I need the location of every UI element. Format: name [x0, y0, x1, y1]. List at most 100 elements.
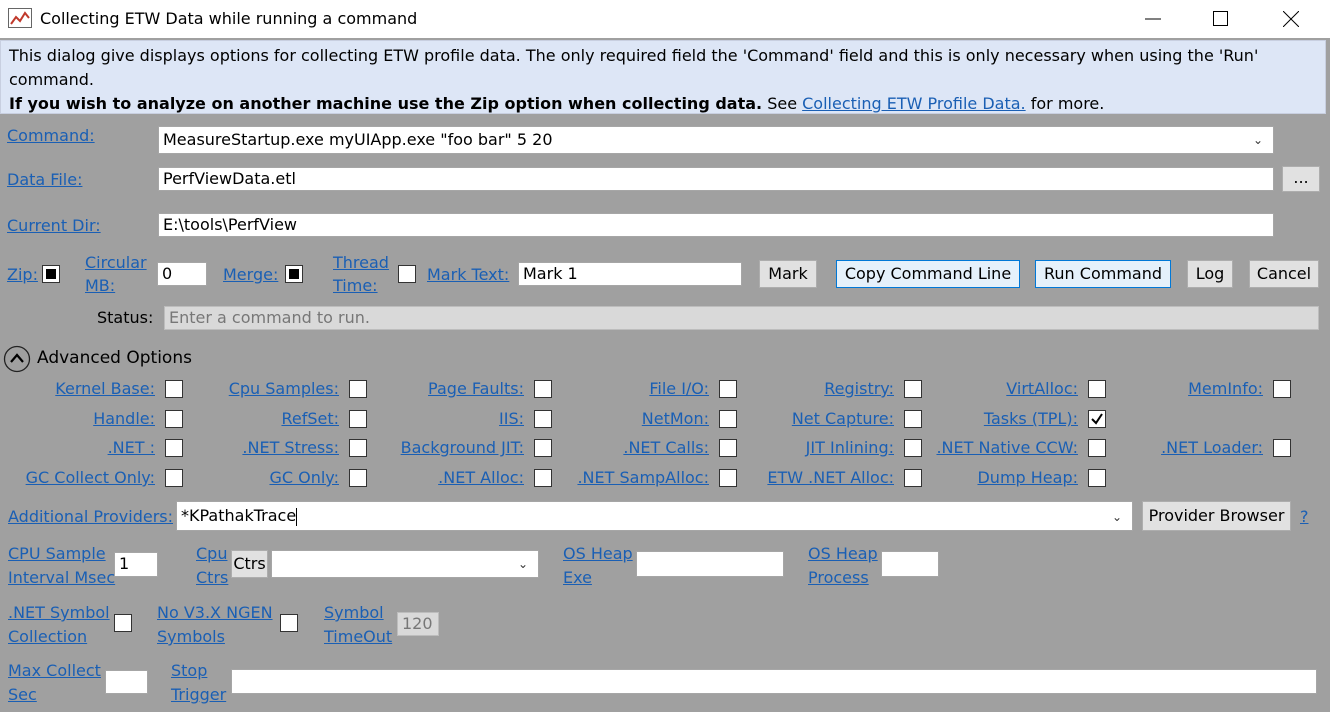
- adv-checkbox-background-jit[interactable]: [534, 439, 552, 457]
- maximize-button[interactable]: [1186, 0, 1256, 38]
- minimize-button[interactable]: [1118, 0, 1188, 38]
- adv-label-netmon[interactable]: NetMon:: [642, 408, 709, 430]
- adv-label-handle[interactable]: Handle:: [93, 408, 155, 430]
- adv-checkbox-virtalloc[interactable]: [1088, 380, 1106, 398]
- adv-checkbox-etw-net-alloc[interactable]: [904, 469, 922, 487]
- copy-command-line-button[interactable]: Copy Command Line: [836, 260, 1020, 288]
- thread-time-checkbox[interactable]: [398, 265, 416, 283]
- adv-checkbox-net[interactable]: [165, 439, 183, 457]
- adv-checkbox-net-calls[interactable]: [719, 439, 737, 457]
- zip-checkbox[interactable]: [42, 265, 60, 283]
- adv-checkbox-gc-only[interactable]: [349, 469, 367, 487]
- run-command-button[interactable]: Run Command: [1035, 260, 1171, 288]
- symbol-timeout-label-1[interactable]: Symbol: [324, 601, 384, 625]
- adv-checkbox-gc-collect-only[interactable]: [165, 469, 183, 487]
- adv-label-tasks-tpl[interactable]: Tasks (TPL):: [984, 408, 1078, 430]
- adv-label-virtalloc[interactable]: VirtAlloc:: [1006, 378, 1078, 400]
- cpu-ctrs-combobox[interactable]: ⌄: [271, 550, 539, 578]
- adv-label-net-calls[interactable]: .NET Calls:: [623, 437, 709, 459]
- merge-checkbox[interactable]: [285, 265, 303, 283]
- cpu-sample-interval-input[interactable]: 1: [114, 552, 158, 577]
- adv-label-cpu-samples[interactable]: Cpu Samples:: [229, 378, 339, 400]
- cpu-ctrs-label-1[interactable]: Cpu: [196, 542, 227, 566]
- command-combobox[interactable]: MeasureStartup.exe myUIApp.exe "foo bar"…: [158, 126, 1274, 154]
- mark-text-label[interactable]: Mark Text:: [427, 263, 509, 287]
- collecting-etw-link[interactable]: Collecting ETW Profile Data.: [802, 94, 1026, 113]
- adv-checkbox-kernel-base[interactable]: [165, 380, 183, 398]
- close-button[interactable]: [1256, 0, 1326, 38]
- os-heap-exe-input[interactable]: [636, 551, 784, 577]
- circular-mb-label-2[interactable]: MB:: [85, 274, 115, 298]
- adv-checkbox-net-stress[interactable]: [349, 439, 367, 457]
- adv-label-net-stress[interactable]: .NET Stress:: [242, 437, 339, 459]
- adv-checkbox-refset[interactable]: [349, 410, 367, 428]
- net-symbol-collection-checkbox[interactable]: [114, 614, 132, 632]
- adv-label-registry[interactable]: Registry:: [824, 378, 894, 400]
- adv-label-page-faults[interactable]: Page Faults:: [428, 378, 524, 400]
- adv-checkbox-registry[interactable]: [904, 380, 922, 398]
- no-v3x-ngen-label-2[interactable]: Symbols: [157, 625, 225, 649]
- merge-label[interactable]: Merge:: [223, 263, 278, 287]
- provider-browser-button[interactable]: Provider Browser: [1142, 501, 1291, 531]
- net-symbol-collection-label-1[interactable]: .NET Symbol: [8, 601, 110, 625]
- circular-mb-label-1[interactable]: Circular: [85, 251, 147, 275]
- adv-label-net-loader[interactable]: .NET Loader:: [1161, 437, 1263, 459]
- stop-trigger-label-2[interactable]: Trigger: [171, 683, 226, 707]
- symbol-timeout-label-2[interactable]: TimeOut: [324, 625, 392, 649]
- max-collect-sec-input[interactable]: [105, 670, 148, 694]
- adv-checkbox-page-faults[interactable]: [534, 380, 552, 398]
- adv-checkbox-net-sampalloc[interactable]: [719, 469, 737, 487]
- net-symbol-collection-label-2[interactable]: Collection: [8, 625, 87, 649]
- mark-button[interactable]: Mark: [759, 260, 817, 288]
- os-heap-process-label-1[interactable]: OS Heap: [808, 542, 878, 566]
- adv-label-gc-only[interactable]: GC Only:: [269, 467, 339, 489]
- no-v3x-ngen-label-1[interactable]: No V3.X NGEN: [157, 601, 273, 625]
- os-heap-process-input[interactable]: [881, 551, 939, 577]
- no-v3x-ngen-checkbox[interactable]: [280, 614, 298, 632]
- adv-label-dump-heap[interactable]: Dump Heap:: [977, 467, 1078, 489]
- max-collect-sec-label-1[interactable]: Max Collect: [8, 659, 101, 683]
- current-dir-input[interactable]: E:\tools\PerfView: [158, 213, 1274, 237]
- data-file-input[interactable]: PerfViewData.etl: [158, 167, 1274, 191]
- adv-checkbox-net-native-ccw[interactable]: [1088, 439, 1106, 457]
- adv-checkbox-file-i-o[interactable]: [719, 380, 737, 398]
- cpu-ctrs-label-2[interactable]: Ctrs: [196, 566, 228, 590]
- adv-checkbox-jit-inlining[interactable]: [904, 439, 922, 457]
- adv-checkbox-iis[interactable]: [534, 410, 552, 428]
- adv-label-net[interactable]: .NET :: [108, 437, 155, 459]
- circular-mb-input[interactable]: 0: [157, 262, 207, 286]
- symbol-timeout-input[interactable]: 120: [397, 612, 439, 636]
- data-file-label[interactable]: Data File:: [7, 168, 82, 192]
- os-heap-exe-label-2[interactable]: Exe: [563, 566, 592, 590]
- adv-label-jit-inlining[interactable]: JIT Inlining:: [806, 437, 894, 459]
- adv-checkbox-meminfo[interactable]: [1273, 380, 1291, 398]
- adv-checkbox-cpu-samples[interactable]: [349, 380, 367, 398]
- adv-label-iis[interactable]: IIS:: [499, 408, 524, 430]
- ctrs-button[interactable]: Ctrs: [231, 550, 268, 578]
- adv-label-gc-collect-only[interactable]: GC Collect Only:: [26, 467, 155, 489]
- adv-label-refset[interactable]: RefSet:: [281, 408, 339, 430]
- thread-time-label-2[interactable]: Time:: [333, 274, 378, 298]
- cpu-sample-interval-label-1[interactable]: CPU Sample: [8, 542, 106, 566]
- mark-text-input[interactable]: Mark 1: [518, 262, 742, 286]
- adv-label-kernel-base[interactable]: Kernel Base:: [55, 378, 155, 400]
- help-link[interactable]: ?: [1300, 505, 1309, 529]
- adv-label-etw-net-alloc[interactable]: ETW .NET Alloc:: [767, 467, 894, 489]
- adv-checkbox-handle[interactable]: [165, 410, 183, 428]
- zip-label[interactable]: Zip:: [7, 263, 38, 287]
- command-label[interactable]: Command:: [7, 124, 95, 148]
- adv-label-meminfo[interactable]: MemInfo:: [1188, 378, 1263, 400]
- adv-label-net-sampalloc[interactable]: .NET SampAlloc:: [577, 467, 709, 489]
- os-heap-process-label-2[interactable]: Process: [808, 566, 869, 590]
- adv-label-background-jit[interactable]: Background JIT:: [401, 437, 524, 459]
- log-button[interactable]: Log: [1187, 260, 1233, 288]
- adv-label-file-i-o[interactable]: File I/O:: [649, 378, 709, 400]
- cpu-sample-interval-label-2[interactable]: Interval Msec: [8, 566, 115, 590]
- adv-label-net-native-ccw[interactable]: .NET Native CCW:: [936, 437, 1078, 459]
- additional-providers-label[interactable]: Additional Providers:: [8, 505, 173, 529]
- adv-checkbox-dump-heap[interactable]: [1088, 469, 1106, 487]
- os-heap-exe-label-1[interactable]: OS Heap: [563, 542, 633, 566]
- stop-trigger-label-1[interactable]: Stop: [171, 659, 207, 683]
- cancel-button[interactable]: Cancel: [1249, 260, 1319, 288]
- thread-time-label-1[interactable]: Thread: [333, 251, 389, 275]
